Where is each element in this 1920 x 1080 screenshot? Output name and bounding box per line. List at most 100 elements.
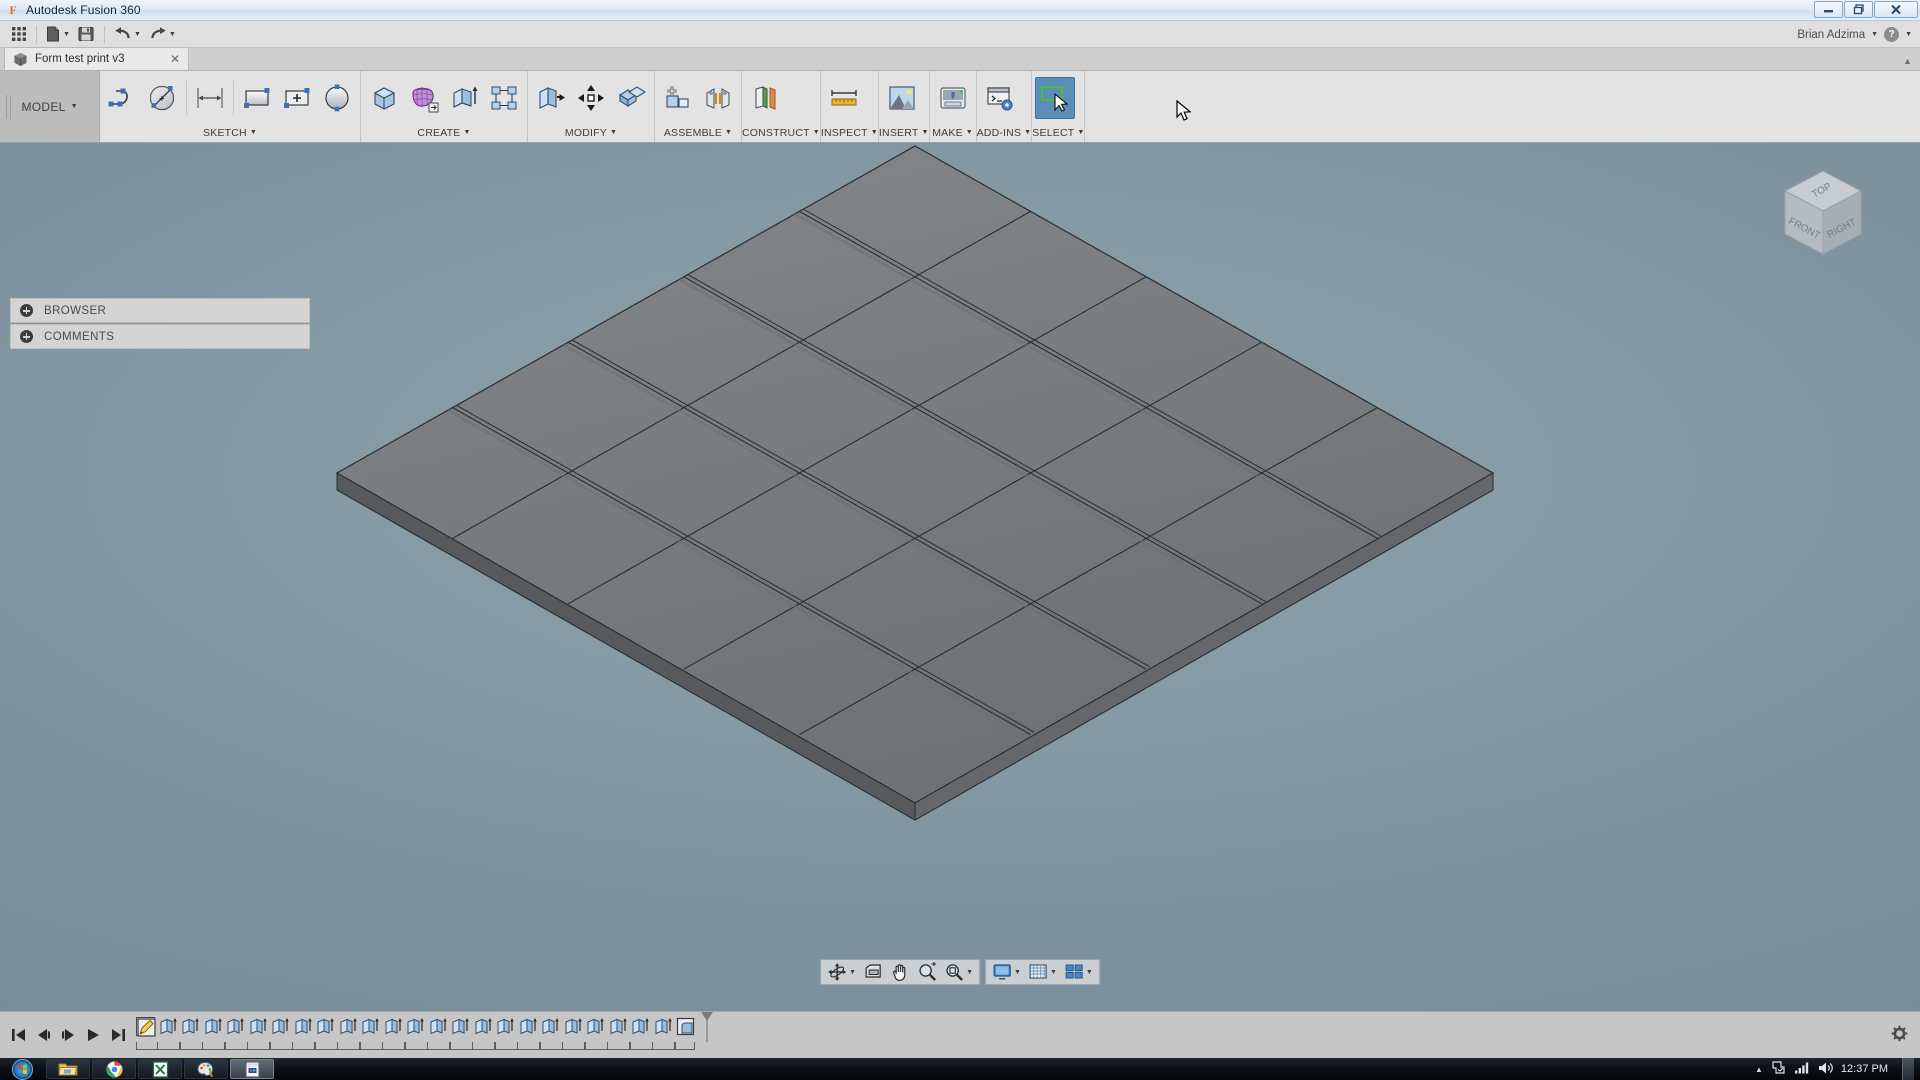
ribbon-panel-select-label[interactable]: SELECT ▼ xyxy=(1032,125,1084,142)
collapse-ribbon-chevron-icon[interactable]: ▲ xyxy=(1903,56,1912,66)
make-3d-print-icon[interactable] xyxy=(933,77,973,119)
user-name-label[interactable]: Brian Adzima xyxy=(1797,29,1865,41)
sketch-rectangle-icon[interactable] xyxy=(237,77,277,119)
chevron-down-icon[interactable]: ▼ xyxy=(63,31,70,38)
chevron-down-icon[interactable]: ▼ xyxy=(725,129,732,136)
timeline-extrude-feature[interactable] xyxy=(294,1017,313,1036)
timeline-extrude-feature[interactable] xyxy=(226,1017,245,1036)
timeline-extrude-feature[interactable] xyxy=(204,1017,223,1036)
chevron-down-icon[interactable]: ▼ xyxy=(1050,969,1057,976)
tray-expand-arrow-icon[interactable]: ▲ xyxy=(1755,1065,1763,1074)
timeline-extrude-feature[interactable] xyxy=(496,1017,515,1036)
close-icon[interactable]: ✕ xyxy=(170,52,180,66)
assemble-joint-icon[interactable] xyxy=(698,77,738,119)
ribbon-panel-inspect-label[interactable]: INSPECT ▼ xyxy=(821,125,878,142)
chevron-down-icon[interactable]: ▼ xyxy=(849,969,856,976)
create-form-icon[interactable] xyxy=(404,77,444,119)
sketch-line-icon[interactable] xyxy=(103,77,143,119)
undo-arrow-icon[interactable]: ▼ xyxy=(111,23,144,46)
pan-hand-icon[interactable] xyxy=(887,961,913,983)
timeline-skip-end-icon[interactable] xyxy=(110,1025,126,1045)
timeline-extrude-feature[interactable] xyxy=(654,1017,673,1036)
chevron-down-icon[interactable]: ▼ xyxy=(1077,129,1084,136)
workspace-switcher[interactable]: MODEL ▼ xyxy=(0,71,100,142)
timeline-playhead[interactable] xyxy=(700,1011,713,1049)
help-icon[interactable]: ? xyxy=(1884,27,1900,42)
ribbon-panel-insert-label[interactable]: INSERT ▼ xyxy=(879,125,929,142)
restore-button[interactable] xyxy=(1844,1,1873,18)
timeline-extrude-feature[interactable] xyxy=(586,1017,605,1036)
viewport-layout-icon[interactable]: ▼ xyxy=(1061,961,1096,983)
tray-volume-icon[interactable] xyxy=(1818,1061,1833,1078)
ribbon-panel-create-label[interactable]: CREATE ▼ xyxy=(361,125,527,142)
taskbar-explorer[interactable] xyxy=(46,1059,90,1079)
display-settings-icon[interactable]: ▼ xyxy=(989,961,1024,983)
timeline-extrude-feature[interactable] xyxy=(519,1017,538,1036)
chevron-down-icon[interactable]: ▼ xyxy=(813,129,820,136)
sketch-stop-icon[interactable] xyxy=(317,77,357,119)
timeline-extrude-feature[interactable] xyxy=(361,1017,380,1036)
timeline-extrude-feature[interactable] xyxy=(339,1017,358,1036)
help-menu-chevron-down-icon[interactable]: ▼ xyxy=(1905,31,1912,38)
timeline-skip-start-icon[interactable] xyxy=(10,1025,26,1045)
model-tiled-plate[interactable] xyxy=(0,143,1920,1011)
taskbar-excel[interactable] xyxy=(138,1059,182,1079)
timeline-extrude-feature[interactable] xyxy=(316,1017,335,1036)
modify-move-icon[interactable] xyxy=(571,77,611,119)
taskbar-clock[interactable]: 12:37 PM xyxy=(1841,1063,1888,1075)
timeline-extrude-feature[interactable] xyxy=(564,1017,583,1036)
ribbon-panel-sketch-label[interactable]: SKETCH ▼ xyxy=(100,125,360,142)
app-grid-icon[interactable] xyxy=(7,23,30,46)
timeline-extrude-feature[interactable] xyxy=(249,1017,268,1036)
fit-view-icon[interactable]: ▼ xyxy=(941,961,976,983)
chevron-down-icon[interactable]: ▼ xyxy=(250,129,257,136)
view-cube[interactable]: TOP FRONT RIGHT xyxy=(1768,161,1878,271)
show-desktop-button[interactable] xyxy=(1902,1058,1914,1080)
minimize-button[interactable] xyxy=(1814,1,1843,18)
chevron-down-icon[interactable]: ▼ xyxy=(134,31,141,38)
create-pattern-icon[interactable] xyxy=(484,77,524,119)
chevron-down-icon[interactable]: ▼ xyxy=(871,129,878,136)
timeline-extrude-feature[interactable] xyxy=(271,1017,290,1036)
ribbon-panel-construct-label[interactable]: CONSTRUCT ▼ xyxy=(742,125,820,142)
plus-circle-icon[interactable] xyxy=(20,330,33,343)
taskbar-app[interactable] xyxy=(230,1059,274,1079)
timeline-extrude-feature[interactable] xyxy=(541,1017,560,1036)
modify-combine-icon[interactable] xyxy=(611,77,651,119)
taskbar-paint[interactable] xyxy=(184,1059,228,1079)
inspect-measure-icon[interactable] xyxy=(824,77,864,119)
timeline-extrude-feature[interactable] xyxy=(159,1017,178,1036)
assemble-new-component-icon[interactable] xyxy=(658,77,698,119)
sketch-circle-icon[interactable] xyxy=(143,77,183,119)
viewport-canvas[interactable]: TOP FRONT RIGHT BROWSER COMMENTS ▼ ▼ ▼ ▼… xyxy=(0,143,1920,1011)
timeline-extrude-feature[interactable] xyxy=(451,1017,470,1036)
save-icon[interactable] xyxy=(75,23,98,46)
orbit-icon[interactable]: ▼ xyxy=(824,961,859,983)
select-window-icon[interactable] xyxy=(1035,77,1076,119)
chevron-down-icon[interactable]: ▼ xyxy=(1014,969,1021,976)
timeline-extrude-feature[interactable] xyxy=(474,1017,493,1036)
insert-image-icon[interactable] xyxy=(882,77,922,119)
browser-panel-header[interactable]: BROWSER xyxy=(10,298,310,323)
timeline-extrude-feature[interactable] xyxy=(181,1017,200,1036)
timeline-step-forward-icon[interactable] xyxy=(60,1025,76,1045)
chevron-down-icon[interactable]: ▼ xyxy=(966,129,973,136)
ribbon-panel-addins-label[interactable]: ADD-INS ▼ xyxy=(977,125,1032,142)
construct-offset-plane-icon[interactable] xyxy=(745,77,785,119)
timeline-extrude-feature[interactable] xyxy=(406,1017,425,1036)
sketch-create-icon[interactable] xyxy=(277,77,317,119)
chevron-down-icon[interactable]: ▼ xyxy=(1086,969,1093,976)
timeline-fillet-feature[interactable] xyxy=(676,1017,695,1036)
redo-arrow-icon[interactable]: ▼ xyxy=(146,23,179,46)
timeline-sketch-feature[interactable] xyxy=(136,1016,156,1037)
start-button[interactable] xyxy=(0,1058,44,1080)
chevron-down-icon[interactable]: ▼ xyxy=(169,31,176,38)
ribbon-panel-make-label[interactable]: MAKE ▼ xyxy=(930,125,976,142)
chevron-down-icon[interactable]: ▼ xyxy=(610,129,617,136)
tray-action-center-icon[interactable] xyxy=(1771,1060,1786,1078)
taskbar-chrome[interactable] xyxy=(92,1059,136,1079)
chevron-down-icon[interactable]: ▼ xyxy=(71,103,78,110)
chevron-down-icon[interactable]: ▼ xyxy=(1024,129,1031,136)
ribbon-panel-assemble-label[interactable]: ASSEMBLE ▼ xyxy=(655,125,741,142)
close-button[interactable] xyxy=(1874,1,1918,18)
